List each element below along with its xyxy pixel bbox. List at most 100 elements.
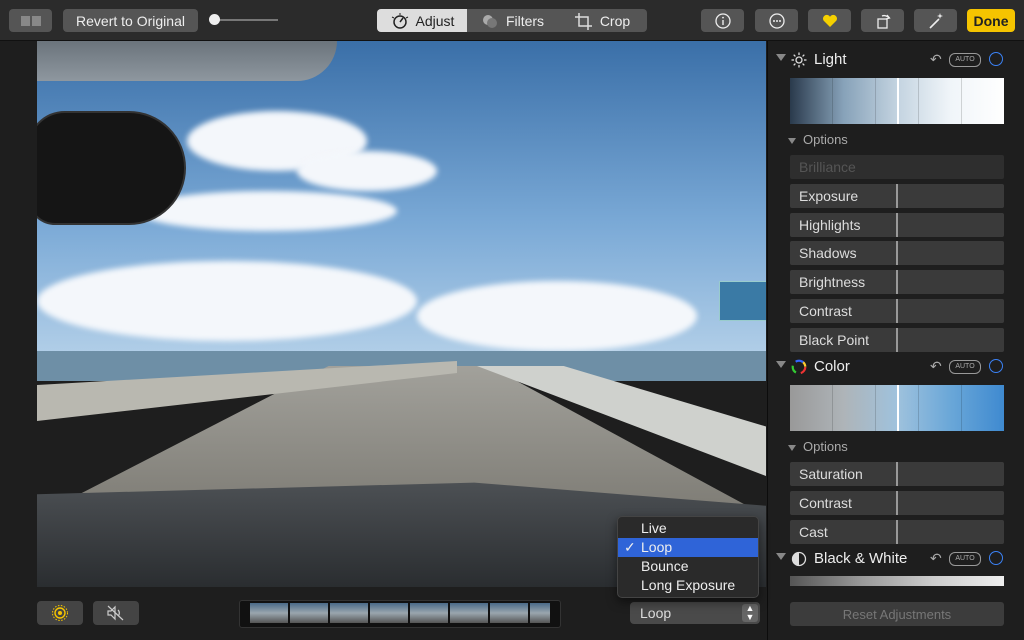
edit-mode-tabs: Adjust Filters Crop [377,9,647,32]
color-section-header[interactable]: Color ↶ AUTO [768,356,1024,378]
mute-button[interactable] [93,601,139,625]
magic-wand-icon [928,12,943,29]
color-section-title: Color [814,358,850,375]
filters-circles-icon [482,14,497,28]
light-preview-strip[interactable] [790,78,1004,124]
shadows-label: Shadows [799,245,857,261]
photo-cloud [417,281,697,351]
undo-icon[interactable]: ↶ [930,550,942,567]
disclosure-triangle-icon[interactable] [776,54,786,61]
slider-marker[interactable] [896,328,898,352]
color-auto-button[interactable]: AUTO [949,360,981,374]
color-preview-indicator[interactable] [897,385,899,431]
toolbar: Revert to Original Adjust Filters Crop D… [0,0,1024,41]
contrast-label: Contrast [799,303,852,319]
bw-auto-button[interactable]: AUTO [949,552,981,566]
half-circle-icon [791,551,807,567]
menu-item-long-exposure[interactable]: Long Exposure [618,576,758,595]
highlights-slider[interactable]: Highlights [790,213,1004,237]
photo-cloud [37,261,417,341]
live-effect-select[interactable]: Loop ▲ ▼ [630,602,760,624]
menu-item-label: Bounce [641,558,689,574]
brilliance-slider[interactable]: Brilliance [790,155,1004,179]
slider-marker[interactable] [896,184,898,208]
tab-filters[interactable]: Filters [467,9,557,32]
menu-item-bounce[interactable]: Bounce [618,557,758,576]
light-toggle-icon[interactable] [989,52,1003,66]
more-button[interactable] [755,9,798,32]
brilliance-label: Brilliance [799,159,856,175]
light-section-title: Light [814,51,847,68]
saturation-slider[interactable]: Saturation [790,462,1004,486]
adjust-dial-icon [391,12,408,29]
undo-icon[interactable]: ↶ [930,358,942,375]
disclosure-triangle-icon[interactable] [776,553,786,560]
black-point-slider[interactable]: Black Point [790,328,1004,352]
menu-item-loop[interactable]: ✓ Loop [618,538,758,557]
brightness-label: Brightness [799,274,866,290]
photo-rearview-mirror [37,111,186,225]
shadows-slider[interactable]: Shadows [790,241,1004,265]
light-preview-indicator[interactable] [897,78,899,124]
done-button[interactable]: Done [967,9,1015,32]
info-button[interactable] [701,9,744,32]
highlights-label: Highlights [799,217,861,233]
photo-canvas[interactable] [37,41,766,587]
cast-label: Cast [799,524,828,540]
reset-adjustments-button[interactable]: Reset Adjustments [790,602,1004,626]
color-wheel-icon [791,359,807,375]
more-dots-icon [768,12,785,29]
undo-icon[interactable]: ↶ [930,51,942,68]
live-photo-button[interactable] [37,601,83,625]
crop-icon [574,12,592,30]
color-contrast-slider[interactable]: Contrast [790,491,1004,515]
live-photo-icon [52,605,68,621]
frame-scrubber[interactable] [239,600,561,628]
tab-adjust[interactable]: Adjust [377,9,467,32]
slider-marker[interactable] [896,270,898,294]
menu-item-label: Long Exposure [641,577,736,593]
rotate-button[interactable] [861,9,904,32]
rotate-icon [876,14,891,29]
revert-to-original-button[interactable]: Revert to Original [63,9,198,32]
adjustments-sidebar: Light ↶ AUTO Options Brilliance Exposure… [767,41,1024,640]
bw-section-title: Black & White [814,550,908,567]
photo-visor [37,41,337,81]
tab-filters-label: Filters [505,12,545,29]
live-effect-value: Loop [640,605,672,621]
light-options-toggle[interactable]: Options [788,132,848,147]
color-preview-strip[interactable] [790,385,1004,431]
cast-slider[interactable]: Cast [790,520,1004,544]
color-options-toggle[interactable]: Options [788,439,848,454]
chevron-updown-icon: ▲ ▼ [742,604,758,622]
enhance-button[interactable] [914,9,957,32]
bw-preview-strip[interactable] [790,576,1004,586]
black-point-label: Black Point [799,332,870,348]
slider-marker[interactable] [896,491,898,515]
slider-marker[interactable] [896,213,898,237]
favorite-button[interactable] [808,9,851,32]
tab-adjust-label: Adjust [415,12,455,29]
color-toggle-icon[interactable] [989,359,1003,373]
exposure-slider[interactable]: Exposure [790,184,1004,208]
zoom-slider-track[interactable] [212,19,278,21]
tab-crop[interactable]: Crop [557,9,647,32]
zoom-slider-knob[interactable] [209,14,220,25]
slider-marker[interactable] [896,299,898,323]
disclosure-triangle-icon[interactable] [776,361,786,368]
bw-toggle-icon[interactable] [989,551,1003,565]
sidebar-toggle-button[interactable] [9,9,52,32]
slider-marker[interactable] [896,241,898,265]
speaker-muted-icon [107,605,124,621]
slider-marker[interactable] [896,520,898,544]
menu-item-live[interactable]: Live [618,519,758,538]
contrast-slider[interactable]: Contrast [790,299,1004,323]
slider-marker[interactable] [896,462,898,486]
light-options-label: Options [803,132,848,147]
brightness-slider[interactable]: Brightness [790,270,1004,294]
menu-item-label: Live [641,520,667,536]
light-auto-button[interactable]: AUTO [949,53,981,67]
photo-cloud [297,151,437,191]
light-section-header[interactable]: Light ↶ AUTO [768,49,1024,71]
bw-section-header[interactable]: Black & White ↶ AUTO [768,548,1024,570]
